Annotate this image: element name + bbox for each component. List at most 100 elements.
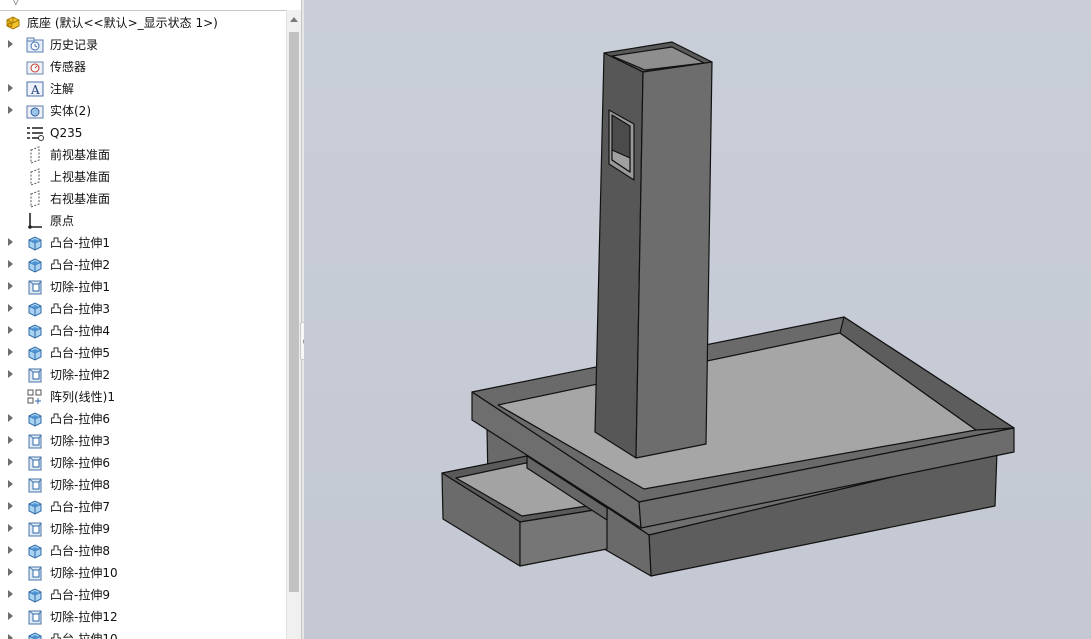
filter-icon[interactable]: ▽ xyxy=(12,0,20,7)
annotation-icon: A xyxy=(26,81,44,97)
expand-arrow-icon[interactable] xyxy=(8,84,13,92)
boss-extrude-icon xyxy=(28,236,42,251)
cut-extrude-icon xyxy=(28,610,42,625)
tree-item[interactable]: 凸台-拉伸6 xyxy=(0,408,286,430)
tree-item[interactable]: 凸台-拉伸7 xyxy=(0,496,286,518)
tree-vertical-scrollbar[interactable] xyxy=(286,10,301,639)
tree-item-label: 切除-拉伸12 xyxy=(50,610,118,624)
expand-arrow-icon[interactable] xyxy=(8,238,13,246)
boss-extrude-icon xyxy=(28,302,42,317)
expand-arrow-icon[interactable] xyxy=(8,304,13,312)
expand-arrow-icon[interactable] xyxy=(8,260,13,268)
tree-item[interactable]: 原点 xyxy=(0,210,286,232)
tree-item[interactable]: 凸台-拉伸10 xyxy=(0,628,286,639)
tree-item[interactable]: 传感器 xyxy=(0,56,286,78)
expand-arrow-icon[interactable] xyxy=(8,546,13,554)
tree-item[interactable]: 前视基准面 xyxy=(0,144,286,166)
origin-icon xyxy=(28,213,42,229)
tree-item-label: 凸台-拉伸7 xyxy=(50,500,110,514)
tree-item-label: 凸台-拉伸5 xyxy=(50,346,110,360)
expand-arrow-icon[interactable] xyxy=(8,414,13,422)
boss-extrude-icon xyxy=(28,346,42,361)
tree-item-label: 前视基准面 xyxy=(50,148,111,162)
cut-extrude-icon xyxy=(28,280,42,295)
expand-arrow-icon[interactable] xyxy=(8,568,13,576)
expand-arrow-icon[interactable] xyxy=(8,348,13,356)
tree-item-label: 右视基准面 xyxy=(50,192,111,206)
linear-pattern-icon xyxy=(27,389,42,404)
tree-item-label: 原点 xyxy=(50,214,75,228)
expand-arrow-icon[interactable] xyxy=(8,590,13,598)
expand-arrow-icon[interactable] xyxy=(8,524,13,532)
tree-item[interactable]: 实体(2) xyxy=(0,100,286,122)
tree-item-label: Q235 xyxy=(50,126,83,140)
expand-arrow-icon[interactable] xyxy=(8,106,13,114)
cut-extrude-icon xyxy=(28,368,42,383)
tree-root-label: 底座 (默认<<默认>_显示状态 1>) xyxy=(27,16,218,30)
tree-item[interactable]: 历史记录 xyxy=(0,34,286,56)
feature-manager-tree: ▽ 底座 (默认<<默认>_显示状态 1>) 历史记录传感器 A 注解实体(2) Q2… xyxy=(0,0,301,639)
tree-item[interactable]: 切除-拉伸1 xyxy=(0,276,286,298)
tree-item[interactable]: 切除-拉伸3 xyxy=(0,430,286,452)
tree-item-label: 实体(2) xyxy=(50,104,91,118)
tree-item[interactable]: A 注解 xyxy=(0,78,286,100)
boss-extrude-icon xyxy=(28,500,42,515)
tree-item-label: 切除-拉伸8 xyxy=(50,478,110,492)
tree-item[interactable]: 切除-拉伸9 xyxy=(0,518,286,540)
scroll-thumb[interactable] xyxy=(289,32,299,592)
tree-item-label: 凸台-拉伸10 xyxy=(50,632,118,639)
expand-arrow-icon[interactable] xyxy=(8,612,13,620)
tree-item[interactable]: 凸台-拉伸5 xyxy=(0,342,286,364)
expand-arrow-icon[interactable] xyxy=(8,40,13,48)
plane-icon xyxy=(30,168,40,186)
tree-item-label: 凸台-拉伸8 xyxy=(50,544,110,558)
expand-arrow-icon[interactable] xyxy=(8,634,13,639)
tree-item-label: 凸台-拉伸3 xyxy=(50,302,110,316)
tree-item[interactable]: 凸台-拉伸1 xyxy=(0,232,286,254)
tree-item[interactable]: 凸台-拉伸9 xyxy=(0,584,286,606)
tree-item[interactable]: Q235 xyxy=(0,122,286,144)
plane-icon xyxy=(30,146,40,164)
tree-root-part[interactable]: 底座 (默认<<默认>_显示状态 1>) xyxy=(0,12,286,34)
tree-item-label: 注解 xyxy=(50,82,75,96)
tree-item-label: 凸台-拉伸1 xyxy=(50,236,110,250)
scroll-up-icon[interactable] xyxy=(290,17,298,22)
tree-item-label: 凸台-拉伸4 xyxy=(50,324,110,338)
sensor-folder-icon xyxy=(26,61,44,75)
expand-arrow-icon[interactable] xyxy=(8,326,13,334)
expand-arrow-icon[interactable] xyxy=(8,282,13,290)
tree-item[interactable]: 右视基准面 xyxy=(0,188,286,210)
tree-filter-bar[interactable]: ▽ xyxy=(0,0,286,11)
tree-item[interactable]: 凸台-拉伸4 xyxy=(0,320,286,342)
expand-arrow-icon[interactable] xyxy=(8,370,13,378)
cut-extrude-icon xyxy=(28,566,42,581)
tree-item[interactable]: 切除-拉伸8 xyxy=(0,474,286,496)
tree-item-label: 凸台-拉伸9 xyxy=(50,588,110,602)
tree-item-label: 传感器 xyxy=(50,60,87,74)
expand-arrow-icon[interactable] xyxy=(8,480,13,488)
tree-item-label: 切除-拉伸3 xyxy=(50,434,110,448)
tree-item-label: 上视基准面 xyxy=(50,170,111,184)
tree-item[interactable]: 切除-拉伸12 xyxy=(0,606,286,628)
part-icon xyxy=(6,16,20,30)
tree-item[interactable]: 切除-拉伸2 xyxy=(0,364,286,386)
tree-item[interactable]: 阵列(线性)1 xyxy=(0,386,286,408)
tree-item[interactable]: 上视基准面 xyxy=(0,166,286,188)
3d-model-render[interactable] xyxy=(304,0,1091,639)
graphics-viewport[interactable] xyxy=(304,0,1091,639)
cut-extrude-icon xyxy=(28,522,42,537)
expand-arrow-icon[interactable] xyxy=(8,502,13,510)
expand-arrow-icon[interactable] xyxy=(8,458,13,466)
tree-item[interactable]: 凸台-拉伸8 xyxy=(0,540,286,562)
tree-item-label: 切除-拉伸9 xyxy=(50,522,110,536)
cut-extrude-icon xyxy=(28,434,42,449)
tree-item-label: 切除-拉伸6 xyxy=(50,456,110,470)
tree-item-label: 凸台-拉伸2 xyxy=(50,258,110,272)
expand-arrow-icon[interactable] xyxy=(8,436,13,444)
square-column xyxy=(594,41,713,459)
tree-item[interactable]: 凸台-拉伸3 xyxy=(0,298,286,320)
tree-item[interactable]: 凸台-拉伸2 xyxy=(0,254,286,276)
tree-item-label: 切除-拉伸10 xyxy=(50,566,118,580)
tree-item[interactable]: 切除-拉伸10 xyxy=(0,562,286,584)
tree-item[interactable]: 切除-拉伸6 xyxy=(0,452,286,474)
